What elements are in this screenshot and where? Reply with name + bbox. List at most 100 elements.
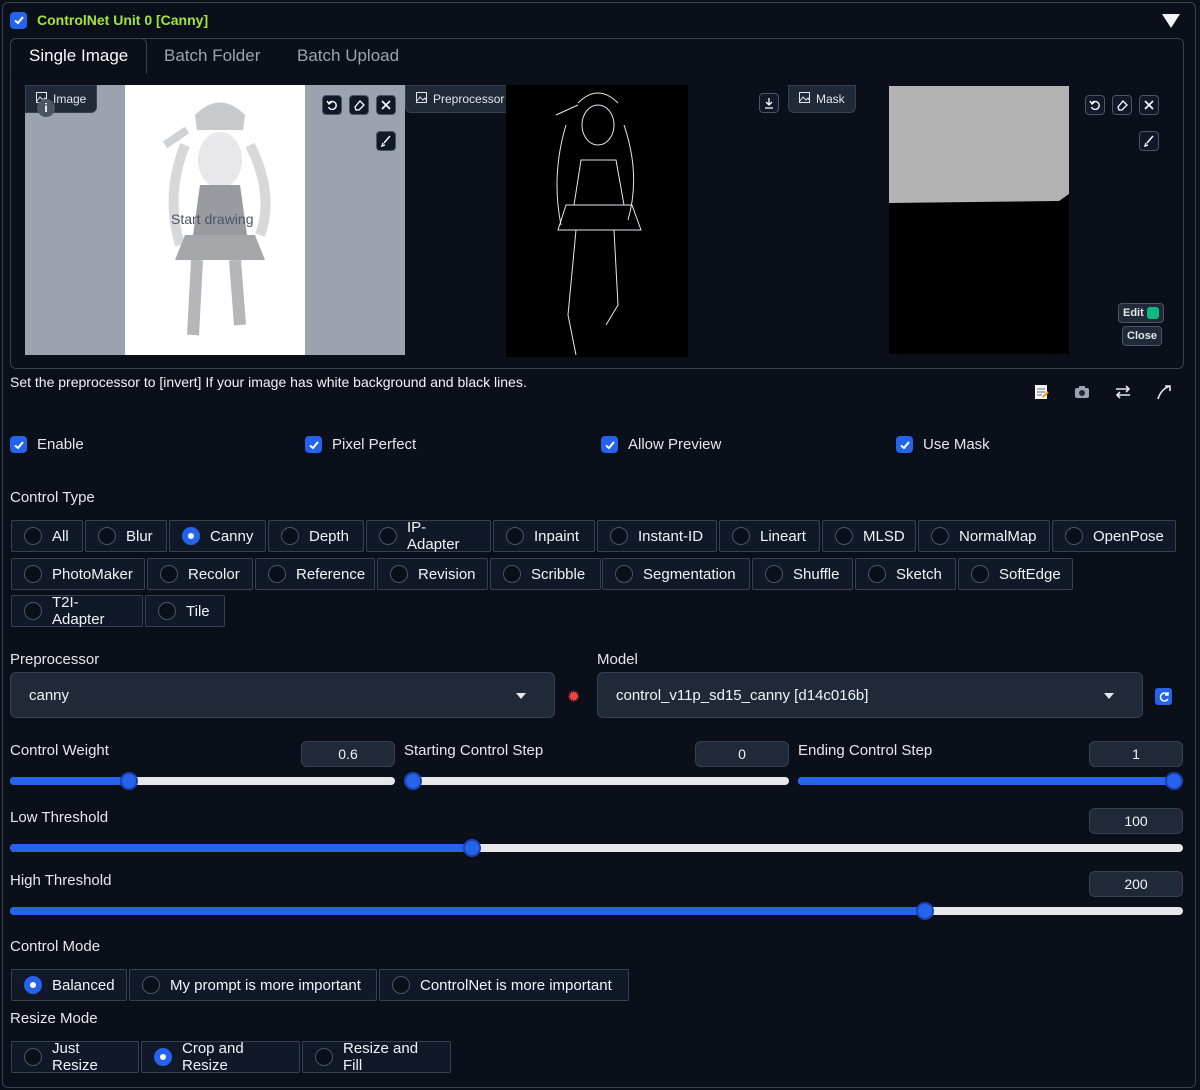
- brush-icon: [1143, 135, 1154, 147]
- image-icon: [799, 92, 810, 106]
- control-type-option-reference[interactable]: Reference: [255, 558, 375, 590]
- mask-undo-button[interactable]: [1085, 95, 1105, 115]
- clear-button[interactable]: [376, 95, 396, 115]
- radio-icon: [142, 976, 160, 994]
- control-type-option-tile[interactable]: Tile: [145, 595, 225, 627]
- enable-checkbox[interactable]: Enable: [10, 436, 84, 453]
- slider-thumb[interactable]: [916, 902, 934, 920]
- control-weight-slider[interactable]: [10, 772, 395, 790]
- starting-step-slider[interactable]: [404, 772, 789, 790]
- control-type-option-sketch[interactable]: Sketch: [855, 558, 956, 590]
- control-type-label: Control Type: [10, 489, 95, 506]
- resize-mode-option-just-resize[interactable]: Just Resize: [11, 1040, 139, 1074]
- pixel-perfect-checkbox[interactable]: Pixel Perfect: [305, 436, 416, 453]
- resize-mode-option-resize-and-fill[interactable]: Resize and Fill: [302, 1040, 451, 1074]
- low-threshold-input[interactable]: 100: [1089, 808, 1183, 834]
- send-arrow-icon[interactable]: [1153, 381, 1175, 403]
- mask-edit-button[interactable]: Edit: [1118, 303, 1164, 323]
- control-mode-label: Control Mode: [10, 938, 101, 955]
- control-type-option-canny[interactable]: Canny: [169, 520, 266, 552]
- tab-single-image[interactable]: Single Image: [10, 38, 148, 74]
- control-mode-option-my-prompt-is-more-important[interactable]: My prompt is more important: [129, 969, 377, 1001]
- slider-thumb[interactable]: [404, 772, 422, 790]
- close-icon: [1144, 100, 1154, 110]
- tab-batch-folder[interactable]: Batch Folder: [146, 38, 278, 74]
- control-type-option-lineart[interactable]: Lineart: [719, 520, 820, 552]
- control-type-option-photomaker[interactable]: PhotoMaker: [11, 558, 145, 590]
- radio-icon: [379, 527, 397, 545]
- undo-button[interactable]: [322, 95, 342, 115]
- control-weight-label: Control Weight: [10, 742, 109, 759]
- control-type-option-openpose[interactable]: OpenPose: [1052, 520, 1176, 552]
- low-threshold-slider[interactable]: [10, 839, 1183, 857]
- ending-step-input[interactable]: 1: [1089, 741, 1183, 767]
- ending-step-slider[interactable]: [798, 772, 1183, 790]
- option-label: PhotoMaker: [52, 565, 133, 583]
- model-select[interactable]: control_v11p_sd15_canny [d14c016b]: [597, 672, 1143, 718]
- mask-brush-button[interactable]: [1139, 131, 1159, 151]
- notes-icon[interactable]: [1030, 381, 1052, 403]
- eraser-icon: [354, 100, 365, 111]
- swap-icon[interactable]: [1112, 381, 1134, 403]
- option-label: Blur: [126, 527, 153, 545]
- control-mode-option-balanced[interactable]: Balanced: [11, 969, 127, 1001]
- slider-thumb[interactable]: [463, 839, 481, 857]
- radio-icon: [160, 565, 178, 583]
- image-canvas[interactable]: Image i Start drawing: [25, 85, 405, 355]
- preprocessor-label: Preprocessor: [10, 651, 100, 668]
- preprocessor-select[interactable]: canny: [10, 672, 555, 718]
- brush-button[interactable]: [376, 131, 396, 151]
- unit-header[interactable]: ControlNet Unit 0 [Canny]: [10, 10, 208, 30]
- control-weight-input[interactable]: 0.6: [301, 741, 395, 767]
- high-threshold-slider[interactable]: [10, 902, 1183, 920]
- control-type-option-inpaint[interactable]: Inpaint: [493, 520, 595, 552]
- resize-mode-option-crop-and-resize[interactable]: Crop and Resize: [141, 1040, 300, 1074]
- high-threshold-input[interactable]: 200: [1089, 871, 1183, 897]
- control-type-option-shuffle[interactable]: Shuffle: [752, 558, 853, 590]
- option-label: My prompt is more important: [170, 976, 361, 994]
- slider-thumb[interactable]: [1165, 772, 1183, 790]
- starting-step-input[interactable]: 0: [695, 741, 789, 767]
- mask-eraser-button[interactable]: [1112, 95, 1132, 115]
- control-type-option-normalmap[interactable]: NormalMap: [918, 520, 1050, 552]
- option-label: Instant-ID: [638, 527, 704, 545]
- control-mode-option-controlnet-is-more-important[interactable]: ControlNet is more important: [379, 969, 629, 1001]
- control-type-option-depth[interactable]: Depth: [268, 520, 364, 552]
- control-type-option-all[interactable]: All: [11, 520, 83, 552]
- camera-icon[interactable]: [1071, 381, 1093, 403]
- info-icon[interactable]: i: [37, 99, 55, 117]
- option-label: IP-Adapter: [407, 519, 460, 553]
- run-preprocessor-icon[interactable]: ✹: [567, 687, 580, 707]
- refresh-models-button[interactable]: [1155, 688, 1172, 705]
- mask-close-button[interactable]: Close: [1122, 326, 1162, 346]
- use-mask-checkbox[interactable]: Use Mask: [896, 436, 990, 453]
- high-threshold-label: High Threshold: [10, 872, 112, 889]
- collapse-triangle-icon[interactable]: [1162, 14, 1180, 28]
- control-type-option-revision[interactable]: Revision: [377, 558, 488, 590]
- option-label: Revision: [418, 565, 476, 583]
- unit-enable-checkbox[interactable]: [10, 11, 27, 29]
- eraser-button[interactable]: [349, 95, 369, 115]
- control-type-option-ip-adapter[interactable]: IP-Adapter: [366, 519, 491, 553]
- low-threshold-label: Low Threshold: [10, 809, 109, 826]
- radio-icon: [158, 602, 176, 620]
- allow-preview-checkbox[interactable]: Allow Preview: [601, 436, 721, 453]
- slider-thumb[interactable]: [120, 772, 138, 790]
- undo-icon: [1089, 100, 1100, 111]
- model-label: Model: [597, 651, 638, 668]
- option-label: MLSD: [863, 527, 905, 545]
- mask-clear-button[interactable]: [1139, 95, 1159, 115]
- download-button[interactable]: [759, 93, 779, 113]
- tab-batch-upload[interactable]: Batch Upload: [279, 38, 417, 74]
- control-type-option-scribble[interactable]: Scribble: [490, 558, 601, 590]
- option-label: T2I-Adapter: [52, 594, 105, 628]
- control-type-option-mlsd[interactable]: MLSD: [822, 520, 916, 552]
- control-type-option-recolor[interactable]: Recolor: [147, 558, 253, 590]
- control-type-option-segmentation[interactable]: Segmentation: [602, 558, 750, 590]
- control-type-option-softedge[interactable]: SoftEdge: [958, 558, 1073, 590]
- mask-canvas[interactable]: [889, 86, 1069, 354]
- control-type-option-blur[interactable]: Blur: [85, 520, 167, 552]
- check-icon: [601, 436, 618, 453]
- control-type-option-instant-id[interactable]: Instant-ID: [597, 520, 717, 552]
- control-type-option-t2i-adapter[interactable]: T2I-Adapter: [11, 594, 143, 628]
